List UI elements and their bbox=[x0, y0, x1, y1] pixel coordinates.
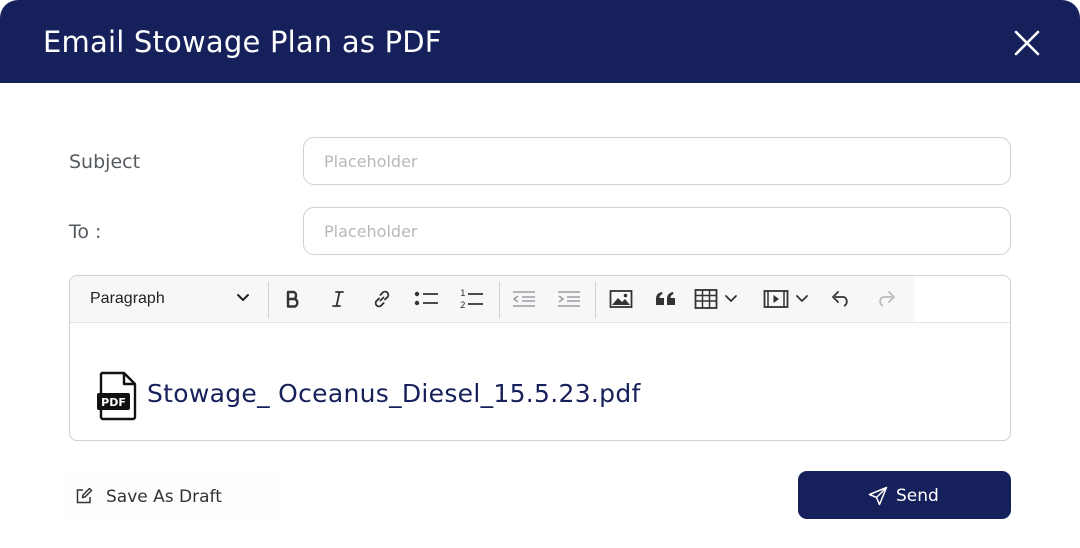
insert-image-button[interactable] bbox=[604, 284, 638, 314]
block-format-select[interactable]: Paragraph bbox=[70, 276, 266, 322]
editor-toolbar: Paragraph 1 2 bbox=[70, 276, 914, 323]
undo-icon bbox=[832, 291, 848, 307]
media-icon bbox=[763, 290, 789, 308]
attachment-filename: Stowage_ Oceanus_Diesel_15.5.23.pdf bbox=[147, 379, 641, 408]
outdent-icon bbox=[512, 291, 535, 307]
chevron-down-icon bbox=[725, 295, 737, 302]
svg-text:PDF: PDF bbox=[101, 396, 126, 409]
link-icon bbox=[374, 290, 390, 308]
dialog-header: Email Stowage Plan as PDF bbox=[0, 0, 1080, 83]
send-icon bbox=[868, 486, 888, 506]
indent-icon bbox=[558, 291, 580, 307]
quote-icon bbox=[656, 292, 675, 305]
chevron-down-icon bbox=[237, 294, 249, 301]
italic-button[interactable] bbox=[321, 284, 355, 314]
bulleted-list-button[interactable] bbox=[410, 284, 444, 314]
send-button[interactable]: Send bbox=[798, 471, 1011, 519]
subject-label: Subject bbox=[69, 151, 141, 173]
link-button[interactable] bbox=[365, 284, 399, 314]
insert-table-button[interactable] bbox=[694, 284, 750, 314]
to-label: To : bbox=[69, 221, 102, 243]
indent-button[interactable] bbox=[552, 284, 586, 314]
image-icon bbox=[609, 290, 633, 308]
svg-text:2: 2 bbox=[460, 301, 466, 311]
email-dialog: Email Stowage Plan as PDF Subject To : P… bbox=[0, 0, 1080, 548]
close-icon bbox=[1014, 30, 1040, 56]
subject-input[interactable] bbox=[303, 137, 1011, 185]
message-editor[interactable]: Paragraph 1 2 PDF Stowage_ Oceanus_Diese… bbox=[69, 275, 1011, 441]
pdf-file-icon: PDF bbox=[97, 371, 137, 421]
numbered-list-button[interactable]: 1 2 bbox=[455, 284, 489, 314]
bulleted-list-icon bbox=[414, 291, 438, 306]
toolbar-divider bbox=[595, 282, 596, 318]
send-label: Send bbox=[896, 486, 939, 506]
svg-text:1: 1 bbox=[460, 289, 466, 299]
chevron-down-icon bbox=[796, 295, 808, 302]
save-draft-button[interactable]: Save As Draft bbox=[66, 473, 282, 519]
to-input[interactable] bbox=[303, 207, 1011, 255]
insert-media-button[interactable] bbox=[763, 284, 819, 314]
toolbar-divider bbox=[499, 282, 500, 318]
numbered-list-icon: 1 2 bbox=[460, 289, 483, 311]
italic-icon bbox=[332, 291, 344, 307]
toolbar-border bbox=[914, 322, 1010, 323]
close-button[interactable] bbox=[1008, 24, 1046, 62]
dialog-title: Email Stowage Plan as PDF bbox=[43, 25, 442, 59]
pdf-attachment[interactable]: PDF Stowage_ Oceanus_Diesel_15.5.23.pdf bbox=[97, 371, 657, 421]
bold-icon bbox=[286, 290, 299, 308]
blockquote-button[interactable] bbox=[649, 284, 683, 314]
redo-button[interactable] bbox=[869, 284, 903, 314]
block-format-label: Paragraph bbox=[90, 290, 165, 307]
table-icon bbox=[694, 289, 718, 309]
undo-button[interactable] bbox=[824, 284, 858, 314]
outdent-button[interactable] bbox=[507, 284, 541, 314]
edit-icon bbox=[76, 487, 93, 504]
bold-button[interactable] bbox=[276, 284, 310, 314]
toolbar-divider bbox=[268, 282, 269, 318]
save-draft-label: Save As Draft bbox=[106, 487, 222, 507]
redo-icon bbox=[879, 291, 895, 307]
